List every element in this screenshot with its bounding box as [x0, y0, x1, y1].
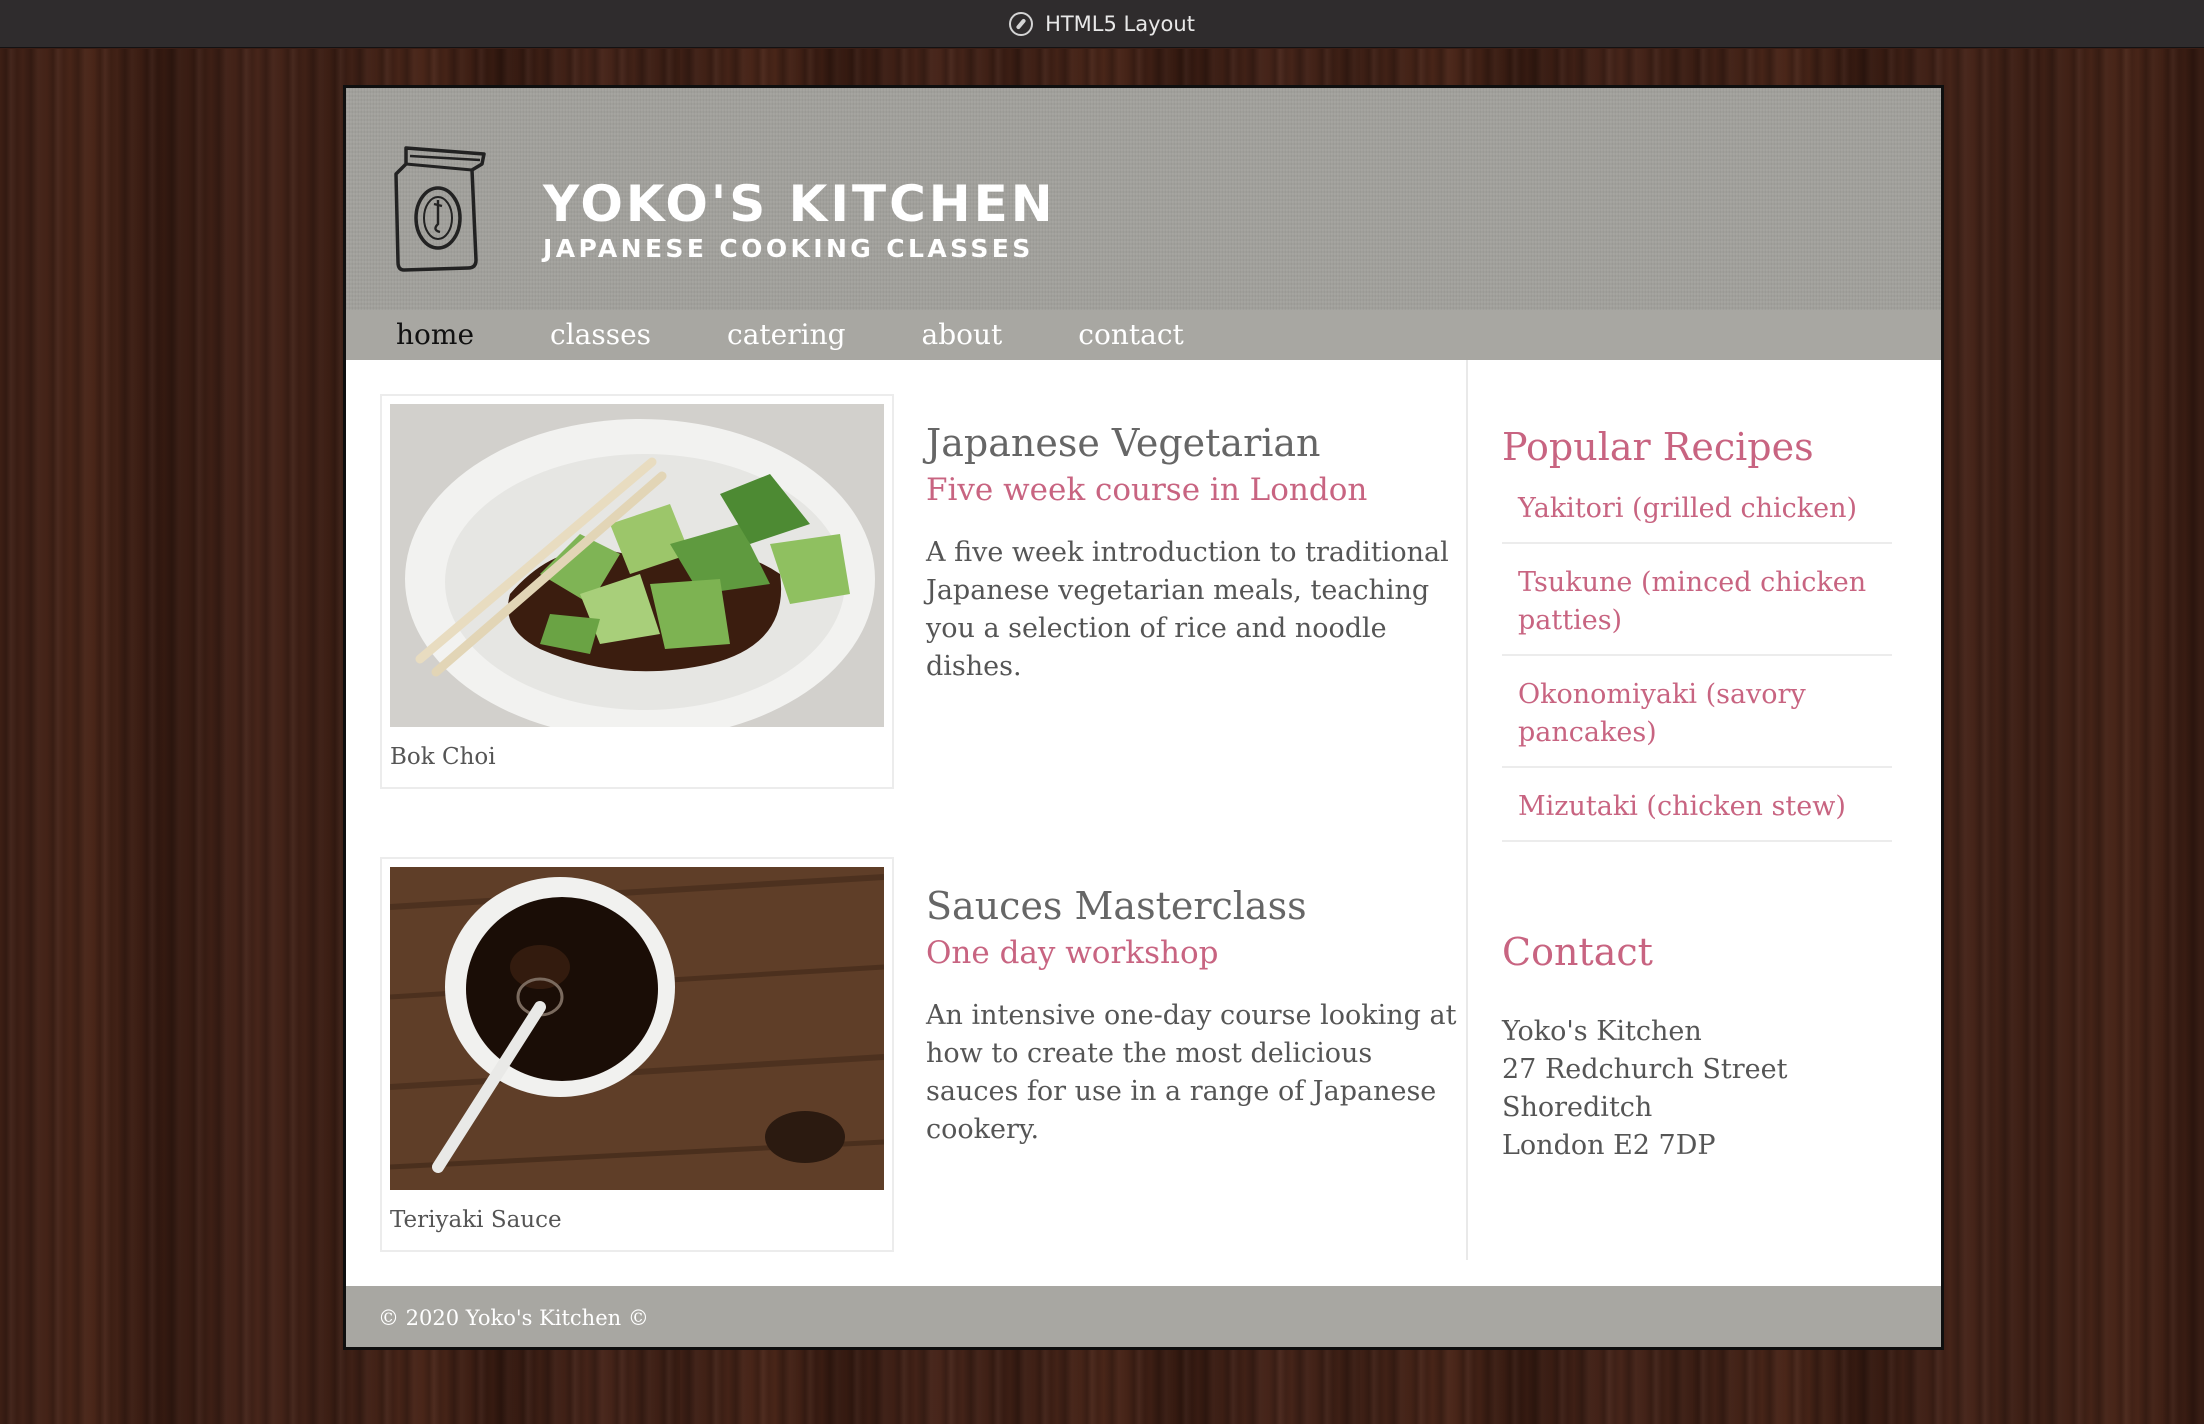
- column-divider: [1466, 360, 1468, 1260]
- brand-tagline: JAPANESE COOKING CLASSES: [543, 234, 1034, 263]
- address-line: 27 Redchurch Street: [1502, 1054, 1788, 1085]
- nav-item-catering[interactable]: catering: [727, 310, 846, 360]
- main-nav: home classes catering about contact: [346, 310, 1941, 360]
- course-subtitle: One day workshop: [926, 935, 1219, 971]
- teriyaki-sauce-photo: [390, 867, 884, 1190]
- recipe-link-tsukune[interactable]: Tsukune (minced chicken patties): [1502, 564, 1892, 656]
- nav-item-contact[interactable]: contact: [1078, 310, 1183, 360]
- copyright-text: © 2020 Yoko's Kitchen ©: [378, 1306, 649, 1330]
- window-titlebar: HTML5 Layout: [0, 0, 2204, 48]
- figure-caption: Bok Choi: [390, 744, 496, 770]
- course-card: Teriyaki Sauce Sauces Masterclass One da…: [380, 857, 1466, 1252]
- site-footer: © 2020 Yoko's Kitchen ©: [346, 1286, 1941, 1347]
- contact-heading: Contact: [1502, 930, 1653, 974]
- page-container: YOKO'S KITCHEN JAPANESE COOKING CLASSES …: [343, 85, 1944, 1350]
- course-title: Sauces Masterclass: [926, 884, 1307, 928]
- course-description: An intensive one-day course looking at h…: [926, 1000, 1457, 1145]
- figure-caption: Teriyaki Sauce: [390, 1207, 562, 1233]
- recipe-link-yakitori[interactable]: Yakitori (grilled chicken): [1502, 490, 1892, 544]
- course-figure: Teriyaki Sauce: [380, 857, 894, 1252]
- course-text: Sauces Masterclass One day workshop An i…: [926, 881, 1466, 1149]
- address-line: London E2 7DP: [1502, 1130, 1716, 1161]
- window-title: HTML5 Layout: [1045, 11, 1195, 36]
- recipe-link-mizutaki[interactable]: Mizutaki (chicken stew): [1502, 788, 1892, 842]
- main-content: Bok Choi Japanese Vegetarian Five week c…: [346, 360, 1466, 1260]
- course-card: Bok Choi Japanese Vegetarian Five week c…: [380, 394, 1466, 789]
- nav-item-home[interactable]: home: [396, 310, 474, 360]
- course-text: Japanese Vegetarian Five week course in …: [926, 418, 1466, 686]
- address-line: Shoreditch: [1502, 1092, 1653, 1123]
- site-header: YOKO'S KITCHEN JAPANESE COOKING CLASSES: [346, 88, 1941, 310]
- recipe-list: Yakitori (grilled chicken) Tsukune (minc…: [1502, 490, 1892, 862]
- compass-icon: [1009, 11, 1034, 36]
- nav-item-classes[interactable]: classes: [550, 310, 651, 360]
- course-title: Japanese Vegetarian: [926, 421, 1321, 465]
- course-subtitle: Five week course in London: [926, 472, 1368, 508]
- bag-logo-icon[interactable]: [392, 140, 492, 274]
- course-figure: Bok Choi: [380, 394, 894, 789]
- brand-name: YOKO'S KITCHEN: [543, 175, 1056, 233]
- recipe-link-okonomiyaki[interactable]: Okonomiyaki (savory pancakes): [1502, 676, 1892, 768]
- bok-choi-photo: [390, 404, 884, 727]
- address-line: Yoko's Kitchen: [1502, 1016, 1702, 1047]
- nav-item-about[interactable]: about: [922, 310, 1003, 360]
- popular-recipes-heading: Popular Recipes: [1502, 425, 1814, 469]
- brand: YOKO'S KITCHEN JAPANESE COOKING CLASSES: [543, 178, 1056, 266]
- contact-address: Yoko's Kitchen 27 Redchurch Street Shore…: [1502, 1013, 1788, 1165]
- course-description: A five week introduction to traditional …: [926, 537, 1449, 682]
